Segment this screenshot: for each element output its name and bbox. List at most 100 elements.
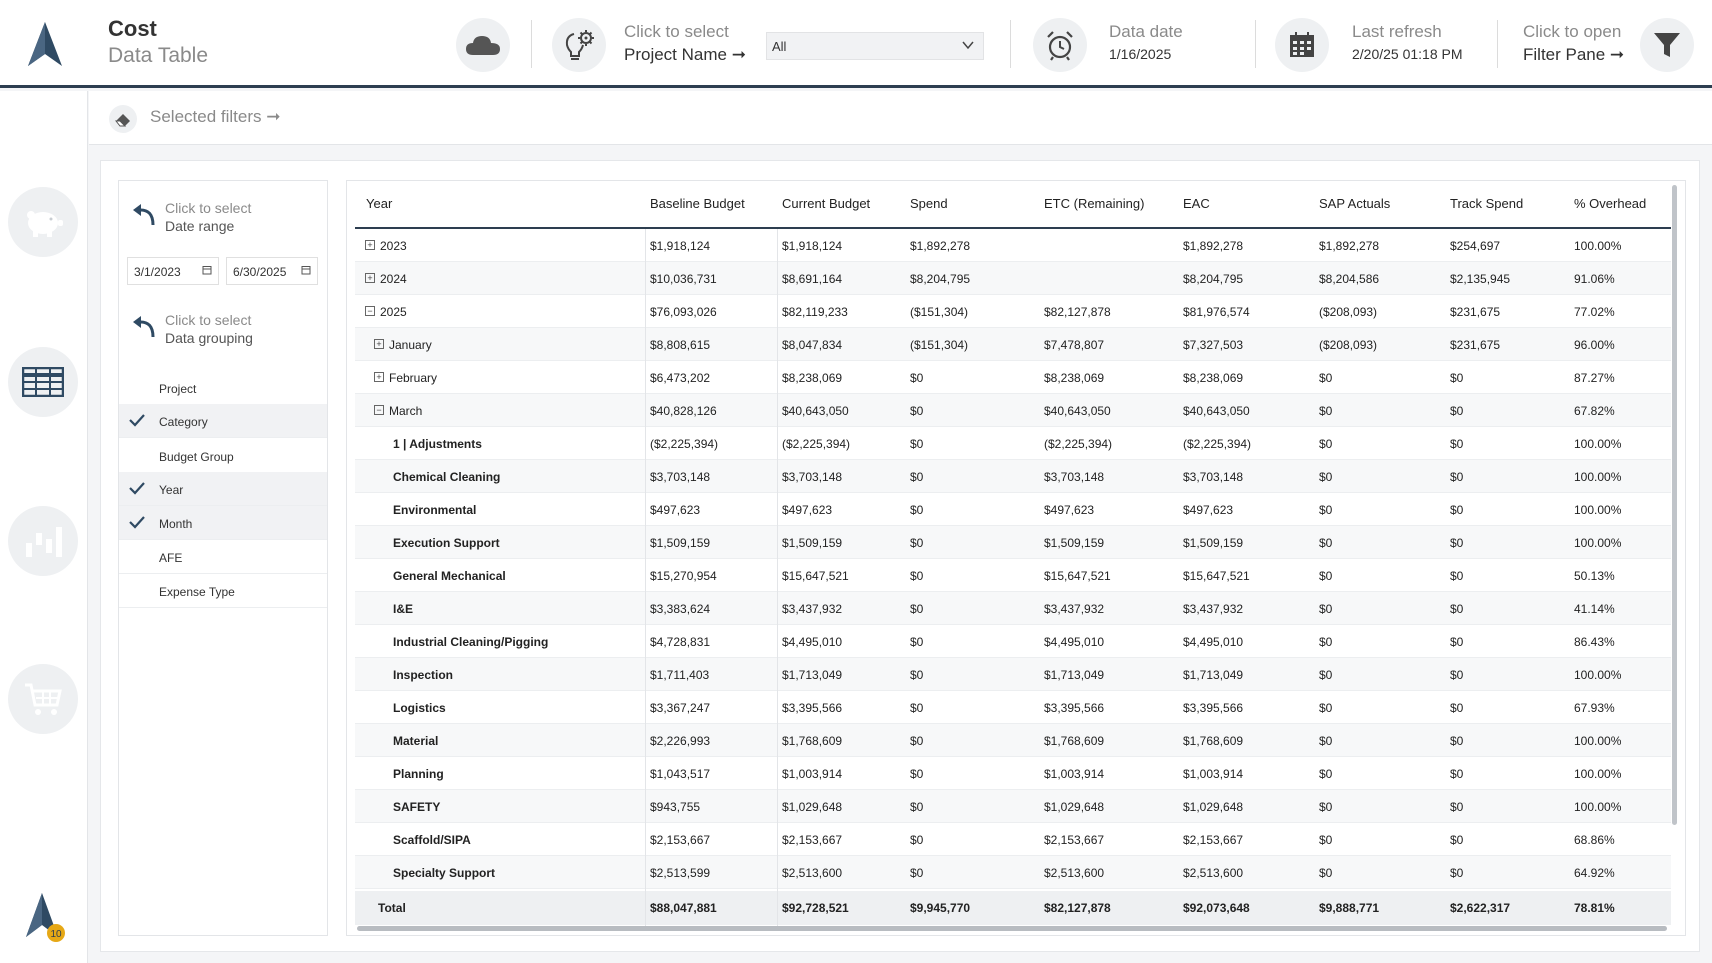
grouping-option[interactable]: Category <box>119 404 327 438</box>
undo-arrow-icon[interactable] <box>131 315 157 339</box>
project-dropdown[interactable]: All <box>766 32 984 60</box>
left-nav: 10 <box>0 91 88 963</box>
table-row[interactable]: 1 | Adjustments ($2,225,394) ($2,225,394) $… <box>355 427 1671 460</box>
table-row[interactable]: Industrial Cleaning/Pigging $4,728,831 $4,… <box>355 625 1671 658</box>
table-row[interactable]: General Mechanical $15,270,954 $15,647,521… <box>355 559 1671 592</box>
nav-budget-button[interactable] <box>8 187 78 257</box>
app-header: Cost Data Table Click to select Project … <box>0 0 1712 88</box>
table-row[interactable]: Chemical Cleaning $3,703,148 $3,703,148 $0 $… <box>355 460 1671 493</box>
end-date-input[interactable]: 6/30/2025 <box>226 257 318 285</box>
clear-filters-button[interactable] <box>109 105 137 133</box>
start-date-value: 3/1/2023 <box>134 265 181 279</box>
table-cell: $0 <box>910 404 924 418</box>
data-date-label: Data date <box>1109 22 1183 41</box>
column-header[interactable]: Spend <box>910 196 948 211</box>
table-cell: $0 <box>1450 371 1464 385</box>
table-cell: $0 <box>1450 800 1464 814</box>
undo-arrow-icon[interactable] <box>131 203 157 227</box>
data-grouping-label[interactable]: Data grouping <box>165 330 253 346</box>
expand-icon[interactable]: + <box>374 372 384 382</box>
row-label: Specialty Support <box>393 866 496 880</box>
table-cell: $2,135,945 <box>1450 272 1511 286</box>
table-cell: $3,437,932 <box>1044 602 1105 616</box>
data-date-value: 1/16/2025 <box>1109 46 1172 62</box>
table-cell: $15,647,521 <box>1183 569 1250 583</box>
collapse-icon[interactable]: − <box>365 306 375 316</box>
table-cell: $15,270,954 <box>650 569 717 583</box>
table-cell: $0 <box>1319 371 1333 385</box>
table-row[interactable]: Environmental $497,623 $497,623 $0 $497,623 $… <box>355 493 1671 526</box>
table-cell: $0 <box>1450 701 1464 715</box>
table-cell: $0 <box>1319 503 1333 517</box>
table-cell: $81,976,574 <box>1183 305 1250 319</box>
table-cell: 100.00% <box>1574 668 1622 682</box>
filter-pane-label[interactable]: Filter Pane ➞ <box>1523 45 1624 65</box>
grouping-option[interactable]: Month <box>119 506 327 540</box>
table-cell: $1,003,914 <box>782 767 843 781</box>
table-row[interactable]: Execution Support $1,509,159 $1,509,159 $0 $… <box>355 526 1671 559</box>
column-header[interactable]: % Overhead <box>1574 196 1646 211</box>
table-row[interactable]: +2023 $1,918,124 $1,918,124 $1,892,278 $1,89… <box>355 229 1671 262</box>
data-date-button[interactable] <box>1033 18 1087 72</box>
table-row[interactable]: Planning $1,043,517 $1,003,914 $0 $1,003,914… <box>355 757 1671 790</box>
selected-filters-label[interactable]: Selected filters ➞ <box>150 107 280 127</box>
table-cell: 96.00% <box>1574 338 1615 352</box>
horizontal-scrollbar[interactable] <box>357 926 1667 931</box>
column-header[interactable]: Baseline Budget <box>650 196 745 211</box>
nav-charts-button[interactable] <box>8 506 78 576</box>
start-date-input[interactable]: 3/1/2023 <box>127 257 219 285</box>
grouping-option[interactable]: Project <box>119 371 327 405</box>
table-cell: 77.02% <box>1574 305 1615 319</box>
column-header[interactable]: Track Spend <box>1450 196 1523 211</box>
grouping-option[interactable]: Year <box>119 472 327 506</box>
column-header[interactable]: EAC <box>1183 196 1210 211</box>
table-cell: $40,828,126 <box>650 404 717 418</box>
filter-pane-button[interactable] <box>1640 18 1694 72</box>
nav-procurement-button[interactable] <box>8 664 78 734</box>
cloud-button[interactable] <box>456 18 510 72</box>
table-cell: $0 <box>910 668 924 682</box>
table-row[interactable]: Material $2,226,993 $1,768,609 $0 $1,768,609… <box>355 724 1671 757</box>
table-row[interactable]: SAFETY $943,755 $1,029,648 $0 $1,029,648 $1,0… <box>355 790 1671 823</box>
table-cell: $15,647,521 <box>782 569 849 583</box>
nav-data-table-button[interactable] <box>8 347 78 417</box>
expand-icon[interactable]: + <box>374 339 384 349</box>
table-cell: $254,697 <box>1450 239 1501 253</box>
table-cell: $3,367,247 <box>650 701 711 715</box>
table-cell: $40,643,050 <box>1183 404 1250 418</box>
cloud-icon <box>466 36 500 55</box>
column-header[interactable]: SAP Actuals <box>1319 196 1390 211</box>
date-range-label[interactable]: Date range <box>165 218 234 234</box>
app-logo[interactable] <box>26 20 64 68</box>
total-cell: $88,047,881 <box>650 901 717 915</box>
grouping-option-label: AFE <box>159 551 183 565</box>
grouping-option[interactable]: Budget Group <box>119 439 327 473</box>
table-cell: $8,238,069 <box>1183 371 1244 385</box>
vertical-scrollbar[interactable] <box>1672 185 1677 825</box>
column-header[interactable]: Year <box>366 196 392 211</box>
column-header[interactable]: Current Budget <box>782 196 870 211</box>
column-header[interactable]: ETC (Remaining) <box>1044 196 1144 211</box>
total-cell: $92,073,648 <box>1183 901 1250 915</box>
table-row[interactable]: Specialty Support $2,513,599 $2,513,600 $0 $… <box>355 856 1671 889</box>
table-row[interactable]: −2025 $76,093,026 $82,119,233 ($151,304) $82… <box>355 295 1671 328</box>
grouping-option[interactable]: AFE <box>119 540 327 574</box>
table-row[interactable]: + February $6,473,202 $8,238,069 $0 $8,238,06… <box>355 361 1671 394</box>
expand-icon[interactable]: + <box>365 273 375 283</box>
collapse-icon[interactable]: − <box>374 405 384 415</box>
table-row[interactable]: Scaffold/SIPA $2,153,667 $2,153,667 $0 $2,15… <box>355 823 1671 856</box>
table-header: Year Baseline Budget Current Budget Spend ET… <box>355 181 1671 229</box>
table-cell: $231,675 <box>1450 305 1501 319</box>
table-row[interactable]: Logistics $3,367,247 $3,395,566 $0 $3,395,56… <box>355 691 1671 724</box>
table-row[interactable]: − March $40,828,126 $40,643,050 $0 $40,643,05… <box>355 394 1671 427</box>
table-cell: $1,003,914 <box>1044 767 1105 781</box>
grouping-option[interactable]: Expense Type <box>119 574 327 608</box>
table-row[interactable]: +2024 $10,036,731 $8,691,164 $8,204,795 $8,2… <box>355 262 1671 295</box>
last-refresh-button[interactable] <box>1275 18 1329 72</box>
table-row[interactable]: + January $8,808,615 $8,047,834 ($151,304) $7… <box>355 328 1671 361</box>
expand-icon[interactable]: + <box>365 240 375 250</box>
project-select-button[interactable] <box>552 18 606 72</box>
table-row[interactable]: Inspection $1,711,403 $1,713,049 $0 $1,713,0… <box>355 658 1671 691</box>
project-name-label[interactable]: Project Name ➞ <box>624 45 746 65</box>
table-row[interactable]: I&E $3,383,624 $3,437,932 $0 $3,437,932 $3,43… <box>355 592 1671 625</box>
